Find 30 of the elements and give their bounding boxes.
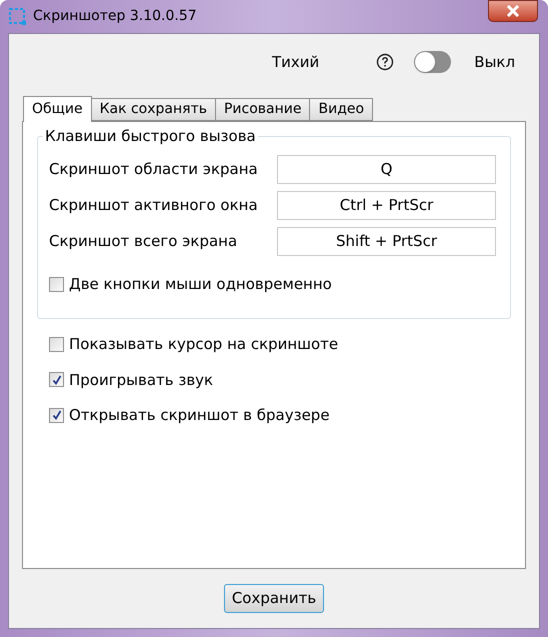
silent-mode-toggle[interactable] xyxy=(414,51,452,73)
tab[interactable]: Общие xyxy=(23,96,92,122)
dashed-selection-icon xyxy=(9,8,27,26)
checkbox-label: Показывать курсор на скриншоте xyxy=(69,334,338,355)
tab[interactable]: Как сохранять xyxy=(90,98,216,121)
checkmark-icon xyxy=(52,374,62,385)
toggle-state-label: Выкл xyxy=(474,52,516,73)
close-icon xyxy=(506,5,520,17)
hotkey-field[interactable]: Ctrl + PrtScr xyxy=(277,191,496,220)
checkbox[interactable] xyxy=(49,372,64,388)
hotkey-label: Скриншот области экрана xyxy=(49,159,259,180)
checkbox[interactable] xyxy=(49,276,64,292)
window-title: Скриншотер 3.10.0.57 xyxy=(33,7,197,26)
checkbox-label: Две кнопки мыши одновременно xyxy=(69,274,332,295)
checkbox-label: Проигрывать звук xyxy=(69,370,214,390)
checkbox[interactable] xyxy=(49,408,64,423)
checkbox-label: Открывать скриншот в браузере xyxy=(69,405,330,426)
hotkey-label: Скриншот активного окна xyxy=(49,195,259,216)
hotkey-field[interactable]: Q xyxy=(277,155,496,184)
hotkey-label: Скриншот всего экрана xyxy=(49,231,238,252)
group-box-title: Клавиши быстрого вызова xyxy=(43,127,258,145)
checkmark-icon xyxy=(52,410,62,420)
silent-mode-label: Тихий xyxy=(272,52,320,73)
tab[interactable]: Рисование xyxy=(214,98,310,121)
save-button[interactable]: Сохранить xyxy=(224,584,324,613)
checkbox[interactable] xyxy=(49,336,64,352)
hotkey-field[interactable]: Shift + PrtScr xyxy=(277,227,496,256)
help-icon[interactable] xyxy=(376,53,394,71)
tab[interactable]: Видео xyxy=(309,98,374,121)
close-button[interactable] xyxy=(488,0,538,22)
